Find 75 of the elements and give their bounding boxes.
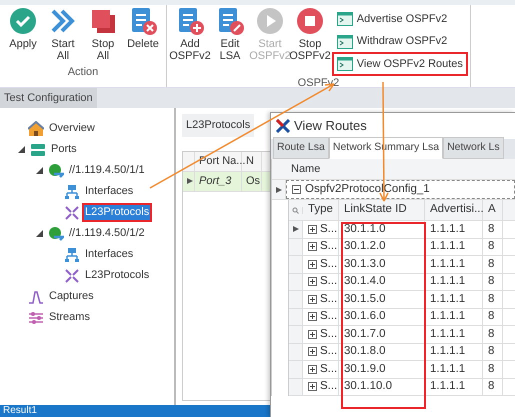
group-label: OSPFv2 bbox=[296, 76, 340, 92]
column-header: A bbox=[483, 200, 503, 220]
tree-item[interactable]: Captures bbox=[48, 289, 95, 304]
table-cell: 30.1.3.0 bbox=[339, 256, 425, 272]
table-cell: 8 bbox=[483, 361, 503, 378]
table-cell: 1.1.1.1 bbox=[425, 274, 483, 290]
table-cell: 1.1.1.1 bbox=[425, 221, 483, 238]
tree-item[interactable]: Interfaces bbox=[84, 184, 134, 199]
table-cell: 1.1.1.1 bbox=[425, 378, 483, 395]
table-cell: 8 bbox=[483, 256, 503, 272]
table-cell: 8 bbox=[483, 308, 503, 325]
tree-item[interactable]: //1.119.4.50/1/1 bbox=[68, 163, 146, 178]
table-cell: Os bbox=[242, 172, 262, 190]
toolbar-button[interactable]: Withdraw OSPFv2 bbox=[334, 31, 466, 52]
tree-item[interactable]: Overview bbox=[48, 121, 96, 136]
table-cell-text: S... bbox=[320, 379, 338, 394]
table-cell: 1.1.1.1 bbox=[425, 238, 483, 255]
table-cell: 8 bbox=[483, 378, 503, 395]
tree-item[interactable]: L23Protocols bbox=[84, 268, 150, 283]
table-cell-text: S... bbox=[320, 274, 338, 290]
table-cell: 1.1.1.1 bbox=[425, 326, 483, 342]
toolbar-button[interactable]: View OSPFv2 Routes bbox=[334, 54, 466, 74]
tab[interactable]: Route Lsa bbox=[273, 137, 329, 159]
toolbar-button[interactable]: Delete bbox=[124, 5, 162, 64]
toolbar-button[interactable]: Stop All bbox=[84, 5, 122, 64]
window-title: View Routes bbox=[294, 117, 367, 136]
table-cell: 30.1.5.0 bbox=[339, 291, 425, 308]
toolbar-button[interactable]: Advertise OSPFv2 bbox=[334, 8, 466, 30]
table-cell: Port_3 bbox=[195, 172, 242, 190]
table-cell-text: S... bbox=[320, 256, 338, 272]
table-cell: 8 bbox=[483, 326, 503, 342]
tree-item[interactable]: Streams bbox=[48, 310, 91, 325]
table-cell: 1.1.1.1 bbox=[425, 256, 483, 272]
table-cell: 30.1.4.0 bbox=[339, 274, 425, 290]
toolbar-button[interactable]: Apply bbox=[4, 5, 42, 64]
table-cell: 1.1.1.1 bbox=[425, 308, 483, 325]
toolbar-button[interactable]: Start All bbox=[44, 5, 82, 64]
table-cell-text: S... bbox=[320, 326, 338, 342]
table-cell: 30.1.2.0 bbox=[339, 238, 425, 255]
table-cell-text: S... bbox=[320, 362, 338, 377]
tab[interactable]: Network Ls bbox=[443, 137, 504, 159]
column-header: Type bbox=[303, 200, 339, 220]
table-cell: 30.1.9.0 bbox=[339, 361, 425, 378]
tree-item[interactable]: Interfaces bbox=[84, 247, 134, 262]
table-cell-text: S... bbox=[320, 309, 338, 324]
table-cell: 8 bbox=[483, 344, 503, 360]
table-cell: 30.1.6.0 bbox=[339, 308, 425, 325]
table-cell: 30.1.10.0 bbox=[339, 378, 425, 395]
panel-tab[interactable]: L23Protocols bbox=[182, 114, 254, 136]
table-cell-text: S... bbox=[320, 222, 338, 237]
table-cell: 30.1.1.0 bbox=[339, 221, 425, 238]
table-cell: 1.1.1.1 bbox=[425, 361, 483, 378]
tree-item[interactable]: L23Protocols bbox=[84, 205, 150, 220]
table-cell: 30.1.7.0 bbox=[339, 326, 425, 342]
column-header: Port Na... bbox=[195, 152, 242, 170]
table-cell: 8 bbox=[483, 291, 503, 308]
toolbar-button[interactable]: Edit LSA bbox=[211, 5, 249, 76]
table-cell: 8 bbox=[483, 274, 503, 290]
tree-item[interactable]: Ports bbox=[50, 142, 78, 157]
column-header: LinkState ID bbox=[339, 200, 425, 220]
toolbar-button[interactable]: Stop OSPFv2 bbox=[291, 5, 329, 76]
table-cell: 30.1.8.0 bbox=[339, 344, 425, 360]
table-cell: 8 bbox=[483, 238, 503, 255]
table-cell: 1.1.1.1 bbox=[425, 291, 483, 308]
table-cell: 8 bbox=[483, 221, 503, 238]
tree-item[interactable]: //1.119.4.50/1/2 bbox=[68, 226, 146, 241]
column-header: Advertisi... bbox=[425, 200, 483, 220]
table-cell-text: S... bbox=[320, 292, 338, 307]
document-tab[interactable]: Test Configuration bbox=[0, 88, 97, 108]
column-header: Name bbox=[290, 162, 322, 177]
toolbar-button[interactable]: Add OSPFv2 bbox=[171, 5, 209, 76]
table-cell: 1.1.1.1 bbox=[425, 344, 483, 360]
table-cell-text: S... bbox=[320, 344, 338, 360]
group-label: Action bbox=[66, 64, 100, 80]
table-cell-text: S... bbox=[320, 239, 338, 254]
